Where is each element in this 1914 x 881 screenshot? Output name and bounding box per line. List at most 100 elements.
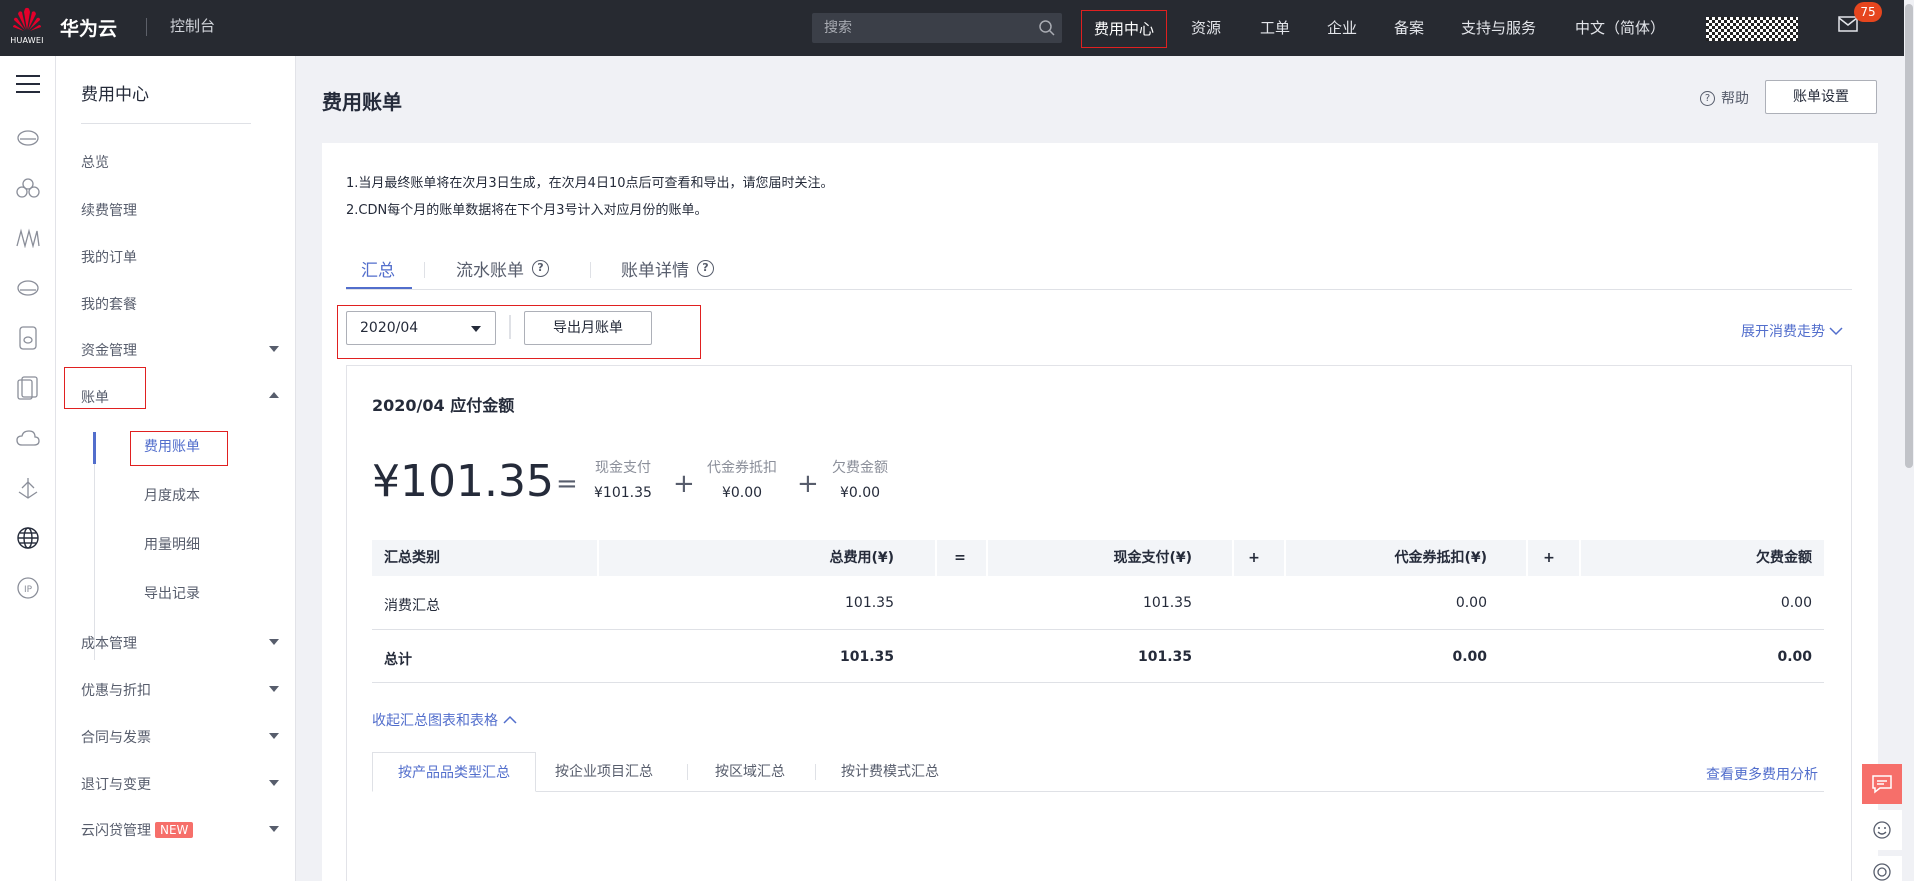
column-divider bbox=[986, 540, 988, 576]
coupon-label: 代金券抵扣 bbox=[707, 460, 777, 476]
brand-name[interactable]: 华为云 bbox=[60, 14, 117, 41]
anchor-icon[interactable] bbox=[14, 474, 42, 502]
chevron-down-icon[interactable] bbox=[269, 733, 279, 739]
more-cost-analysis-link[interactable]: 查看更多费用分析 bbox=[1706, 764, 1818, 784]
table-cell-cash: 101.35 bbox=[1137, 649, 1192, 665]
chevron-down-icon[interactable] bbox=[269, 826, 279, 832]
table-row-divider bbox=[372, 629, 1824, 630]
table-cell-coupon: 0.00 bbox=[1452, 649, 1487, 665]
cash-payment-value: ¥101.35 bbox=[594, 485, 652, 501]
table-cell-coupon: 0.00 bbox=[1455, 595, 1487, 611]
sidebar-item-packages[interactable]: 我的套餐 bbox=[81, 294, 137, 314]
help-float-button[interactable] bbox=[1862, 856, 1902, 881]
nav-support[interactable]: 支持与服务 bbox=[1461, 0, 1536, 56]
sidebar-subitem-export-records[interactable]: 导出记录 bbox=[144, 583, 200, 603]
tab-summary[interactable]: 汇总 bbox=[361, 256, 395, 281]
tab-label: 账单详情 bbox=[621, 261, 689, 281]
chevron-down-icon[interactable] bbox=[269, 780, 279, 786]
help-link[interactable]: ? 帮助 bbox=[1700, 88, 1749, 108]
nav-filing[interactable]: 备案 bbox=[1394, 0, 1424, 56]
subtab-by-billing-mode[interactable]: 按计费模式汇总 bbox=[841, 752, 939, 792]
sidebar-item-orders[interactable]: 我的订单 bbox=[81, 247, 137, 267]
sidebar-item-funds[interactable]: 资金管理 bbox=[81, 340, 137, 360]
column-header-plus: + bbox=[1543, 550, 1555, 566]
brand-divider bbox=[146, 18, 147, 36]
svg-text:IP: IP bbox=[24, 585, 33, 595]
search-box bbox=[812, 13, 1062, 43]
search-icon[interactable] bbox=[1038, 19, 1056, 37]
plus-sign: + bbox=[797, 469, 819, 499]
column-header-total: 总费用(¥) bbox=[829, 550, 894, 566]
highlight-box-cost-bill bbox=[130, 431, 228, 466]
nav-enterprise[interactable]: 企业 bbox=[1327, 0, 1357, 56]
cloud-server-icon[interactable] bbox=[14, 124, 42, 152]
summary-subtabs: 按产品品类型汇总 按企业项目汇总 按区域汇总 按计费模式汇总 bbox=[372, 752, 1824, 792]
expand-trend-label: 展开消费走势 bbox=[1741, 324, 1825, 340]
subtab-by-product-type[interactable]: 按产品品类型汇总 bbox=[372, 752, 536, 792]
chevron-up-icon[interactable] bbox=[269, 392, 279, 398]
chevron-down-icon bbox=[1829, 327, 1843, 336]
expand-trend-link[interactable]: 展开消费走势 bbox=[1741, 321, 1843, 341]
sidebar-item-unsubscribe[interactable]: 退订与变更 bbox=[81, 774, 151, 794]
sidebar-item-discounts[interactable]: 优惠与折扣 bbox=[81, 680, 151, 700]
amount-due-total: ¥101.35 bbox=[372, 456, 554, 507]
collapse-charts-link[interactable]: 收起汇总图表和表格 bbox=[372, 710, 517, 730]
scrollbar-thumb[interactable] bbox=[1905, 4, 1913, 468]
logo-text: HUAWEI bbox=[10, 36, 44, 45]
user-account-avatar[interactable] bbox=[1706, 17, 1798, 41]
ip-icon[interactable]: IP bbox=[14, 574, 42, 602]
column-divider bbox=[1284, 540, 1286, 576]
nav-language[interactable]: 中文（简体） bbox=[1575, 0, 1665, 56]
help-icon: ? bbox=[1700, 90, 1715, 106]
notice-line-1: 1.当月最终账单将在次月3日生成，在次月4日10点后可查看和导出，请您届时关注。 bbox=[346, 176, 834, 191]
mail-count-badge: 75 bbox=[1854, 2, 1882, 22]
search-input[interactable] bbox=[812, 13, 1032, 43]
sidebar-divider bbox=[81, 123, 251, 124]
tab-transactions[interactable]: 流水账单 ? bbox=[456, 256, 549, 281]
new-badge: NEW bbox=[155, 822, 194, 838]
sidebar-item-overview[interactable]: 总览 bbox=[81, 152, 109, 172]
sidebar-subitem-monthly-cost[interactable]: 月度成本 bbox=[144, 485, 200, 505]
nav-resources[interactable]: 资源 bbox=[1191, 0, 1221, 56]
smiley-feedback-button[interactable] bbox=[1862, 810, 1902, 850]
huawei-logo[interactable]: HUAWEI bbox=[8, 6, 46, 50]
top-bar: HUAWEI 华为云 控制台 费用中心 资源 工单 企业 备案 支持与服务 中文… bbox=[0, 0, 1914, 56]
sidebar-item-contracts-invoices[interactable]: 合同与发票 bbox=[81, 727, 151, 747]
column-header-plus: + bbox=[1248, 550, 1260, 566]
coupon-value: ¥0.00 bbox=[721, 485, 763, 501]
help-icon[interactable]: ? bbox=[532, 260, 549, 277]
sidebar-item-credit-loan[interactable]: 云闪贷管理 NEW bbox=[81, 820, 194, 840]
highlight-box-toolbar bbox=[337, 305, 701, 359]
database-icon[interactable] bbox=[14, 324, 42, 352]
security-icon[interactable] bbox=[14, 374, 42, 402]
sidebar-item-renewal[interactable]: 续费管理 bbox=[81, 200, 137, 220]
column-divider bbox=[1579, 540, 1581, 576]
sidebar-subitem-usage-details[interactable]: 用量明细 bbox=[144, 534, 200, 554]
cloud-icon[interactable] bbox=[14, 424, 42, 452]
chat-button[interactable] bbox=[1862, 764, 1902, 804]
chevron-up-icon bbox=[503, 715, 517, 724]
menu-icon[interactable] bbox=[14, 70, 42, 98]
chevron-down-icon[interactable] bbox=[269, 639, 279, 645]
help-icon[interactable]: ? bbox=[697, 260, 714, 277]
subtab-divider bbox=[815, 764, 816, 780]
tab-active-underline bbox=[346, 287, 412, 289]
nav-tickets[interactable]: 工单 bbox=[1260, 0, 1290, 56]
bill-settings-button[interactable]: 账单设置 bbox=[1765, 80, 1877, 114]
network-icon[interactable] bbox=[14, 224, 42, 252]
console-link[interactable]: 控制台 bbox=[170, 15, 215, 36]
subtab-divider bbox=[687, 764, 688, 780]
cluster-icon[interactable] bbox=[14, 174, 42, 202]
subtab-by-enterprise-project[interactable]: 按企业项目汇总 bbox=[555, 752, 653, 792]
chevron-down-icon[interactable] bbox=[269, 686, 279, 692]
smiley-icon bbox=[1873, 821, 1891, 839]
column-header-cash: 现金支付(¥) bbox=[1113, 550, 1192, 566]
globe-icon[interactable] bbox=[14, 524, 42, 552]
tab-bill-details[interactable]: 账单详情 ? bbox=[621, 256, 714, 281]
nav-cost-center[interactable]: 费用中心 bbox=[1081, 10, 1168, 48]
cash-payment-block: 现金支付 ¥101.35 bbox=[594, 457, 652, 501]
subtab-by-region[interactable]: 按区域汇总 bbox=[715, 752, 785, 792]
storage-icon[interactable] bbox=[14, 274, 42, 302]
chevron-down-icon[interactable] bbox=[269, 346, 279, 352]
sidebar-item-cost-management[interactable]: 成本管理 bbox=[81, 633, 137, 653]
